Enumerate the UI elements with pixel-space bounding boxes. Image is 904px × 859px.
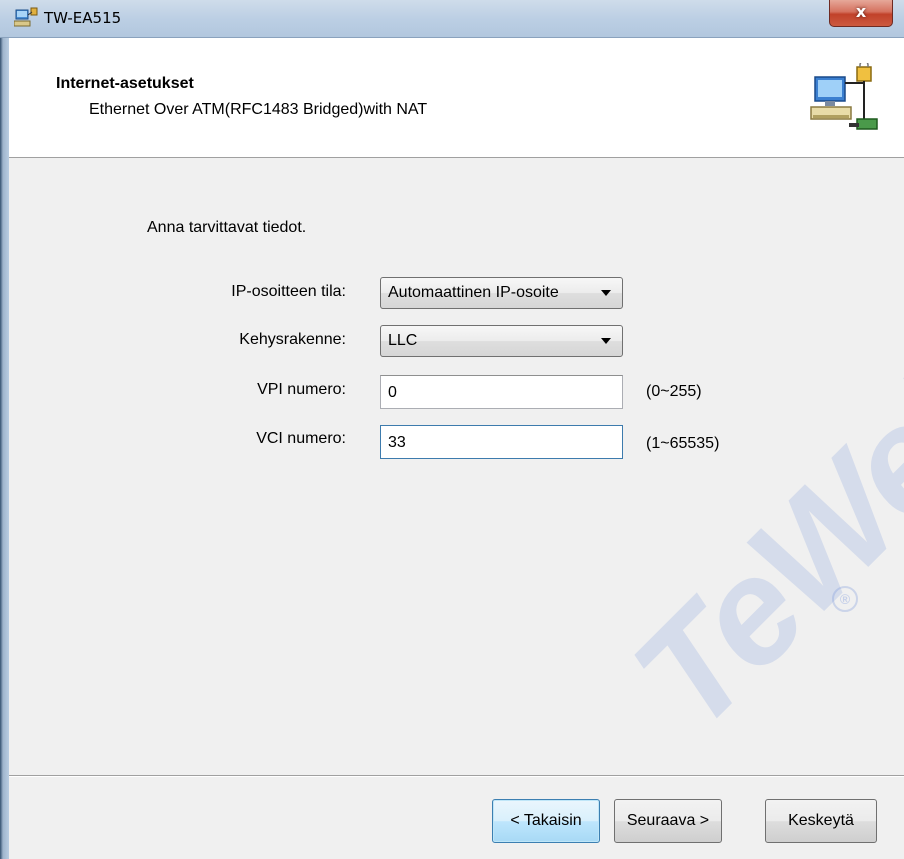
close-icon: x [855,2,867,21]
vci-label: VCI numero: [256,430,346,447]
ip-mode-value: Automaattinen IP-osoite [388,284,559,301]
title-bar[interactable]: TW-EA515 x [0,0,904,38]
window-title: TW-EA515 [44,9,122,27]
ip-mode-label: IP-osoitteen tila: [231,283,346,300]
cancel-button[interactable]: Keskeytä [765,799,877,843]
close-button[interactable]: x [829,0,893,27]
vpi-label: VPI numero: [257,381,346,398]
chevron-down-icon [601,338,611,344]
back-button[interactable]: < Takaisin [492,799,600,843]
wizard-footer: < Takaisin Seuraava > Keskeytä [9,777,904,859]
vpi-range: (0~255) [646,383,702,400]
frame-type-value: LLC [388,332,418,349]
instruction-text: Anna tarvittavat tiedot. [147,219,307,236]
frame-type-label: Kehysrakenne: [239,331,346,348]
vci-input[interactable]: 33 [380,425,623,459]
page-subtitle: Ethernet Over ATM(RFC1483 Bridged)with N… [89,101,428,118]
window-frame-left [0,0,9,859]
ip-mode-select[interactable]: Automaattinen IP-osoite [380,277,623,309]
network-wizard-icon [810,63,878,130]
vci-range: (1~65535) [646,435,720,452]
wizard-window: TW-EA515 x Internet-asetukset Ethernet O… [0,0,904,859]
frame-type-select[interactable]: LLC [380,325,623,357]
wizard-header: Internet-asetukset Ethernet Over ATM(RFC… [9,38,904,158]
next-button[interactable]: Seuraava > [614,799,722,843]
app-icon [14,7,38,27]
page-title: Internet-asetukset [56,75,194,92]
wizard-content: Anna tarvittavat tiedot. IP-osoitteen ti… [9,159,904,775]
vpi-input[interactable]: 0 [380,375,623,409]
vpi-value: 0 [388,384,397,401]
chevron-down-icon [601,290,611,296]
vci-value: 33 [388,434,406,451]
